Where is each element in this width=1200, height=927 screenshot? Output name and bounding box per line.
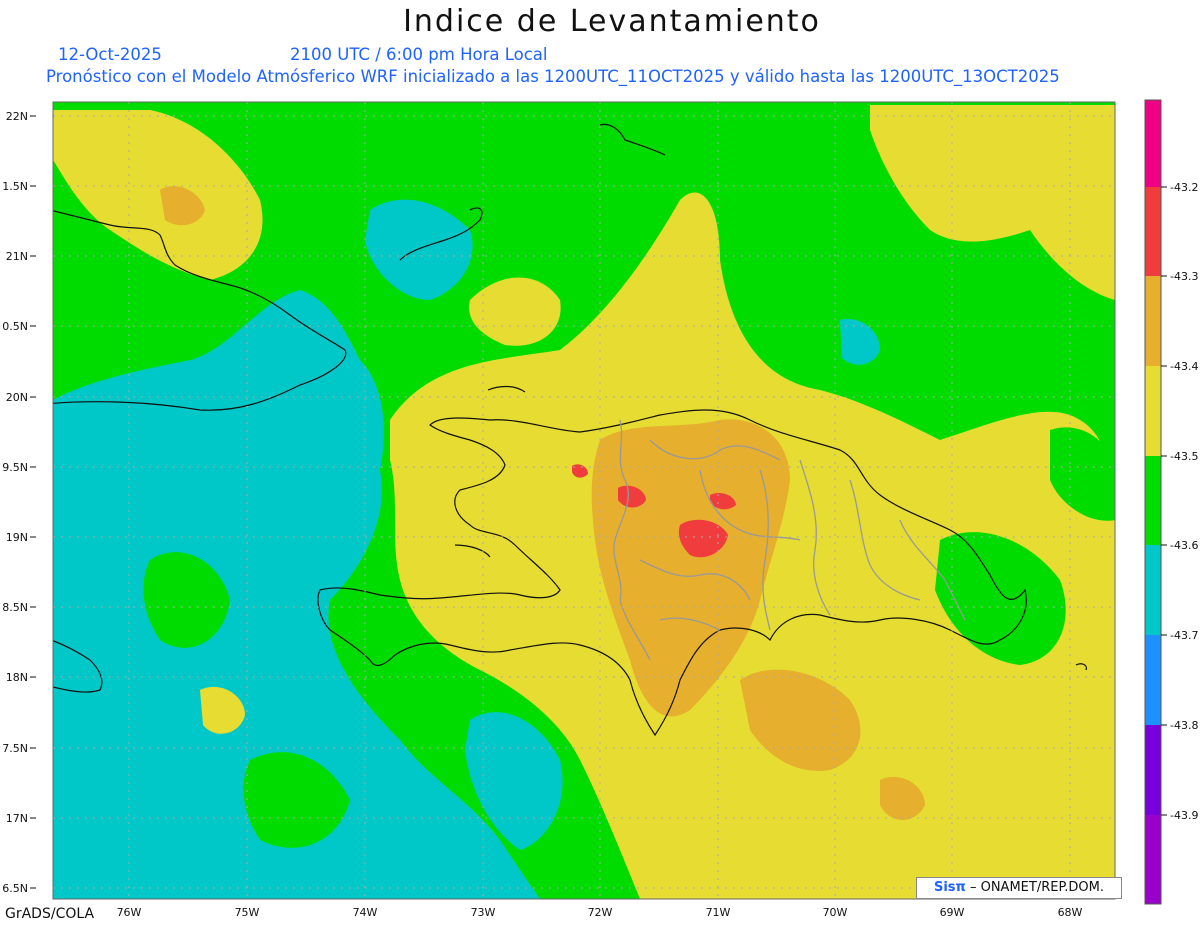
latitude-ticks <box>30 115 36 889</box>
colorbar-label: -43.8 <box>1170 719 1198 732</box>
colorbar-swatch <box>1145 725 1161 815</box>
colorbar-label: -43.9 <box>1170 809 1198 822</box>
lat-label: 21N <box>6 250 28 263</box>
lon-label: 75W <box>235 906 260 919</box>
lon-label: 76W <box>117 906 142 919</box>
colorbar-swatch <box>1145 187 1161 276</box>
colorbar-swatch <box>1145 815 1161 904</box>
lat-label: 6.5N <box>2 882 28 895</box>
colorbar-label: -43.5 <box>1170 450 1198 463</box>
credit-text: – ONAMET/REP.DOM. <box>969 880 1104 895</box>
field-plot <box>53 102 1115 899</box>
forecast-date: 12-Oct-2025 <box>58 45 162 64</box>
software-credit: GrADS/COLA <box>5 906 95 922</box>
forecast-map: 22N 1.5N 21N 0.5N 20N 9.5N 19N 8.5N 18N … <box>2 99 1198 919</box>
lat-label: 0.5N <box>2 320 28 333</box>
lat-label: 19N <box>6 531 28 544</box>
colorbar-swatch <box>1145 276 1161 366</box>
colorbar-label: -43.3 <box>1170 270 1198 283</box>
lat-label: 22N <box>6 110 28 123</box>
valid-time: 2100 UTC / 6:00 pm Hora Local <box>290 45 548 64</box>
lat-label: 7.5N <box>2 742 28 755</box>
lat-label: 20N <box>6 391 28 404</box>
colorbar-swatch <box>1145 635 1161 725</box>
lon-label: 68W <box>1058 906 1083 919</box>
credit-box: Sisπ – ONAMET/REP.DOM. <box>916 877 1122 899</box>
colorbar-label: -43.6 <box>1170 539 1198 552</box>
colorbar-label: -43.2 <box>1170 181 1198 194</box>
colorbar-swatch <box>1145 545 1161 635</box>
lon-label: 69W <box>940 906 965 919</box>
forecast-description: Pronóstico con el Modelo Atmósferico WRF… <box>46 67 1060 86</box>
lat-label: 8.5N <box>2 601 28 614</box>
lon-label: 70W <box>823 906 848 919</box>
colorbar-label: -43.4 <box>1170 360 1198 373</box>
colorbar-label: -43.7 <box>1170 629 1198 642</box>
longitude-axis: 76W 75W 74W 73W 72W 71W 70W 69W 68W <box>117 906 1083 919</box>
colorbar-swatch <box>1145 366 1161 456</box>
sispi-logo: Sisπ <box>933 880 966 895</box>
colorbar: -43.2 -43.3 -43.4 -43.5 -43.6 -43.7 -43.… <box>1144 99 1198 905</box>
lat-label: 9.5N <box>2 461 28 474</box>
map-title: Indice de Levantamiento <box>403 4 821 39</box>
lon-label: 72W <box>588 906 613 919</box>
lon-label: 73W <box>471 906 496 919</box>
lat-label: 1.5N <box>2 180 28 193</box>
lat-label: 18N <box>6 671 28 684</box>
lon-label: 71W <box>706 906 731 919</box>
latitude-axis: 22N 1.5N 21N 0.5N 20N 9.5N 19N 8.5N 18N … <box>2 110 28 895</box>
lat-label: 17N <box>6 812 28 825</box>
colorbar-swatch <box>1145 456 1161 545</box>
colorbar-swatch <box>1145 100 1161 187</box>
lon-label: 74W <box>353 906 378 919</box>
